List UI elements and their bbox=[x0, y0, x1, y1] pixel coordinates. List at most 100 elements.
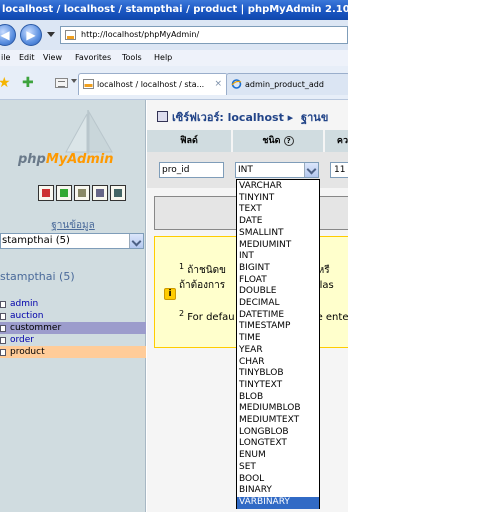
breadcrumb-database[interactable]: ฐานข bbox=[301, 111, 328, 124]
table-icon[interactable] bbox=[0, 349, 6, 356]
tab-label: localhost / localhost / sta... bbox=[97, 80, 205, 89]
help-icon[interactable]: ? bbox=[283, 136, 294, 146]
tab-phpmyadmin[interactable]: localhost / localhost / sta... × bbox=[78, 73, 228, 95]
type-option-text[interactable]: TEXT bbox=[237, 204, 319, 216]
type-dropdown-list: VARCHAR TINYINT TEXT DATE SMALLINT MEDIUMINT I… bbox=[236, 179, 320, 509]
address-row: ◀ ▶ http://localhost/phpMyAdmin/ bbox=[0, 20, 348, 50]
type-option-tinytext[interactable]: TINYTEXT bbox=[237, 380, 319, 392]
type-option-mediumblob[interactable]: MEDIUMBLOB bbox=[237, 403, 319, 415]
query-window-icon[interactable] bbox=[56, 185, 72, 201]
history-dropdown-icon[interactable] bbox=[47, 32, 55, 37]
menu-favorites[interactable]: Favorites bbox=[75, 50, 111, 66]
type-option-longtext[interactable]: LONGTEXT bbox=[237, 438, 319, 450]
menu-edit[interactable]: Edit bbox=[19, 50, 35, 66]
type-option-bigint[interactable]: BIGINT bbox=[237, 263, 319, 275]
type-option-blob[interactable]: BLOB bbox=[237, 392, 319, 404]
browser-window: localhost / localhost / stampthai / prod… bbox=[0, 0, 348, 512]
sql-icon[interactable] bbox=[74, 185, 90, 201]
notice-text: ถ้าชนิดข bbox=[187, 265, 226, 276]
type-option-set[interactable]: SET bbox=[237, 462, 319, 474]
table-icon[interactable] bbox=[0, 313, 6, 320]
notice-text: ถ้าต้องการ bbox=[179, 280, 226, 291]
type-option-date[interactable]: DATE bbox=[237, 216, 319, 228]
type-option-mediumtext[interactable]: MEDIUMTEXT bbox=[237, 415, 319, 427]
address-url[interactable]: http://localhost/phpMyAdmin/ bbox=[81, 27, 199, 43]
table-name[interactable]: admin bbox=[10, 299, 38, 309]
type-option-mediumint[interactable]: MEDIUMINT bbox=[237, 240, 319, 252]
type-select[interactable]: INT bbox=[235, 162, 319, 178]
chevron-down-icon[interactable] bbox=[304, 163, 318, 177]
menu-view[interactable]: View bbox=[43, 50, 62, 66]
server-icon bbox=[157, 111, 168, 122]
phpmyadmin-logo[interactable]: phpMyAdmin bbox=[18, 152, 114, 167]
table-icon[interactable] bbox=[0, 301, 6, 308]
chevron-down-icon[interactable] bbox=[129, 234, 143, 248]
table-name[interactable]: custommer bbox=[10, 323, 61, 333]
address-bar[interactable]: http://localhost/phpMyAdmin/ bbox=[60, 26, 348, 44]
info-icon: i bbox=[164, 288, 176, 300]
table-icon[interactable] bbox=[0, 337, 6, 344]
footnote-number: 2 bbox=[179, 309, 185, 318]
type-option-bool[interactable]: BOOL bbox=[237, 474, 319, 486]
type-option-binary[interactable]: BINARY bbox=[237, 485, 319, 497]
type-option-varbinary[interactable]: VARBINARY bbox=[237, 496, 319, 509]
header-type: ชนิด ? bbox=[233, 130, 323, 152]
type-option-tinyblob[interactable]: TINYBLOB bbox=[237, 368, 319, 380]
menu-tools[interactable]: Tools bbox=[122, 50, 142, 66]
field-name-input[interactable]: pro_id bbox=[159, 162, 224, 178]
breadcrumb-server[interactable]: เซิร์ฟเวอร์: localhost ▸ bbox=[172, 111, 293, 124]
footnote-number: 1 bbox=[179, 262, 185, 271]
type-select-value: INT bbox=[238, 165, 253, 175]
tab-admin-product-add[interactable]: admin_product_add bbox=[226, 73, 348, 95]
table-item-order[interactable]: order bbox=[0, 334, 146, 346]
back-arrow-icon: ◀ bbox=[0, 28, 10, 42]
forward-button[interactable]: ▶ bbox=[20, 24, 42, 46]
home-icon[interactable] bbox=[38, 185, 54, 201]
type-option-varchar[interactable]: VARCHAR bbox=[237, 181, 319, 193]
table-icon[interactable] bbox=[0, 325, 6, 332]
docs-icon[interactable] bbox=[92, 185, 108, 201]
type-option-tinyint[interactable]: TINYINT bbox=[237, 193, 319, 205]
table-item-admin[interactable]: admin bbox=[0, 298, 146, 310]
type-option-longblob[interactable]: LONGBLOB bbox=[237, 427, 319, 439]
type-option-char[interactable]: CHAR bbox=[237, 357, 319, 369]
tab-favicon-icon bbox=[83, 79, 94, 89]
type-option-double[interactable]: DOUBLE bbox=[237, 286, 319, 298]
menu-help[interactable]: Help bbox=[154, 50, 172, 66]
table-item-custommer[interactable]: custommer bbox=[0, 322, 146, 334]
table-item-product[interactable]: product bbox=[0, 346, 146, 358]
type-option-smallint[interactable]: SMALLINT bbox=[237, 228, 319, 240]
table-item-auction[interactable]: auction bbox=[0, 310, 146, 322]
type-option-time[interactable]: TIME bbox=[237, 333, 319, 345]
type-option-timestamp[interactable]: TIMESTAMP bbox=[237, 321, 319, 333]
quick-tabs-icon[interactable] bbox=[55, 78, 68, 88]
table-name[interactable]: order bbox=[10, 335, 34, 345]
tab-close-icon[interactable]: × bbox=[214, 74, 222, 95]
type-option-datetime[interactable]: DATETIME bbox=[237, 310, 319, 322]
breadcrumb: เซิร์ฟเวอร์: localhost ▸ ฐานข bbox=[157, 108, 328, 126]
type-option-int[interactable]: INT bbox=[237, 251, 319, 263]
favorites-star-icon[interactable]: ★ bbox=[0, 75, 11, 91]
tab-list-dropdown-icon[interactable] bbox=[71, 79, 77, 83]
type-option-year[interactable]: YEAR bbox=[237, 345, 319, 357]
type-option-enum[interactable]: ENUM bbox=[237, 450, 319, 462]
database-title[interactable]: stampthai (5) bbox=[0, 270, 75, 283]
tab-label: admin_product_add bbox=[245, 80, 324, 89]
menu-file[interactable]: ile bbox=[1, 50, 10, 66]
logo-text-myadmin: MyAdmin bbox=[45, 152, 114, 167]
add-favorite-icon[interactable]: ✚ bbox=[22, 75, 34, 91]
table-name[interactable]: product bbox=[10, 347, 45, 357]
help-icon[interactable] bbox=[110, 185, 126, 201]
database-select[interactable]: stampthai (5) bbox=[0, 233, 144, 249]
table-name[interactable]: auction bbox=[10, 311, 43, 321]
type-option-float[interactable]: FLOAT bbox=[237, 275, 319, 287]
header-length: ควา bbox=[325, 130, 348, 152]
tab-row: ★ ✚ localhost / localhost / sta... × adm… bbox=[0, 66, 348, 100]
back-button[interactable]: ◀ bbox=[0, 24, 16, 46]
length-input[interactable]: 11 bbox=[330, 162, 348, 178]
forward-arrow-icon: ▶ bbox=[26, 28, 36, 42]
type-option-decimal[interactable]: DECIMAL bbox=[237, 298, 319, 310]
page-favicon-icon bbox=[65, 30, 76, 40]
ie-icon bbox=[231, 79, 242, 89]
table-list: admin auction custommer order product bbox=[0, 298, 146, 358]
